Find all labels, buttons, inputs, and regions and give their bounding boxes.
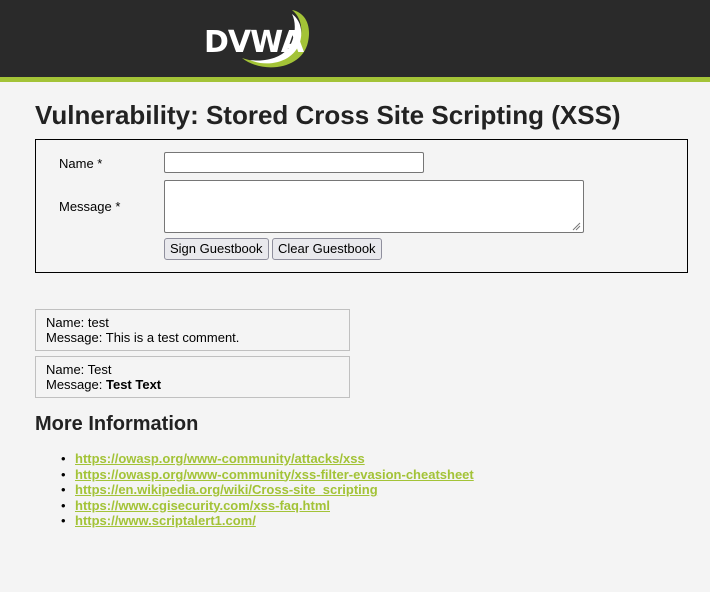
info-link[interactable]: https://en.wikipedia.org/wiki/Cross-site…: [75, 482, 378, 497]
entry-message-line: Message: Test Text: [46, 377, 339, 392]
list-item: • https://en.wikipedia.org/wiki/Cross-sit…: [61, 482, 474, 498]
resize-grip-icon[interactable]: [571, 221, 581, 231]
guestbook-entry: Name: test Message: This is a test comme…: [35, 309, 350, 351]
bullet-icon: •: [61, 497, 66, 513]
entry-name-value: test: [87, 315, 109, 330]
message-textarea[interactable]: [164, 180, 584, 233]
info-link[interactable]: https://www.scriptalert1.com/: [75, 513, 256, 528]
clear-guestbook-button[interactable]: Clear Guestbook: [272, 238, 382, 260]
entry-name-label: Name:: [46, 362, 88, 377]
entry-name-label: Name:: [46, 315, 88, 330]
entry-message-line: Message: This is a test comment.: [46, 330, 339, 345]
entry-message-value: Test Text: [105, 377, 162, 392]
page-title: Vulnerability: Stored Cross Site Scripti…: [35, 100, 621, 130]
list-item: • https://www.cgisecurity.com/xss-faq.htm…: [61, 498, 474, 514]
main-content: Vulnerability: Stored Cross Site Scripti…: [35, 87, 690, 528]
entry-name-line: Name: test: [46, 315, 339, 330]
header-bar: DVWA: [0, 0, 710, 82]
message-label: Message *: [59, 199, 121, 214]
info-link[interactable]: https://owasp.org/www-community/xss-filt…: [75, 467, 474, 482]
bullet-icon: •: [61, 513, 66, 528]
entry-message-value: This is a test comment.: [105, 330, 240, 345]
list-item: • https://owasp.org/www-community/xss-fil…: [61, 467, 474, 483]
logo-text: DVWA: [204, 25, 304, 60]
guestbook-entry: Name: Test Message: Test Text: [35, 356, 350, 398]
dvwa-logo[interactable]: DVWA: [204, 8, 314, 72]
more-info-list: • https://owasp.org/www-community/attacks…: [61, 451, 474, 529]
info-link[interactable]: https://www.cgisecurity.com/xss-faq.html: [75, 498, 330, 513]
bullet-icon: •: [61, 466, 66, 482]
sign-guestbook-button[interactable]: Sign Guestbook: [164, 238, 269, 260]
entry-name-value: Test: [87, 362, 112, 377]
bullet-icon: •: [61, 482, 66, 497]
bullet-icon: •: [61, 451, 66, 466]
more-info-heading: More Information: [35, 413, 199, 435]
entry-message-label: Message:: [46, 330, 106, 345]
entry-message-label: Message:: [46, 377, 106, 392]
list-item: • https://owasp.org/www-community/attacks…: [61, 451, 474, 467]
info-link[interactable]: https://owasp.org/www-community/attacks/…: [75, 451, 365, 466]
name-input[interactable]: [164, 152, 424, 173]
name-label: Name *: [59, 156, 103, 171]
entry-name-line: Name: Test: [46, 362, 339, 377]
list-item: • https://www.scriptalert1.com/: [61, 513, 474, 529]
guestbook-form: Name * Message * Sign Guestbook Clear Gu…: [35, 139, 688, 273]
